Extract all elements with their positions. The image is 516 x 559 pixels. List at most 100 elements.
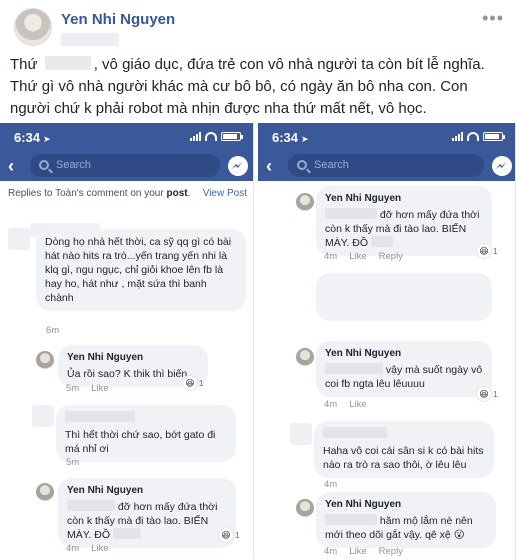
reply-link[interactable]: Reply	[379, 251, 403, 262]
commenter-avatar[interactable]	[36, 483, 54, 501]
status-bar: 6:34 ➤	[0, 123, 253, 151]
comment-time: 5m	[66, 457, 80, 468]
reaction-haha-icon[interactable]: 😆	[476, 243, 492, 259]
commenter-avatar[interactable]	[36, 351, 54, 369]
replies-header: Replies to Toàn's comment on your post. …	[8, 188, 247, 199]
search-icon	[39, 160, 49, 170]
reaction-count: 1	[493, 247, 498, 256]
comment-text: Ủa rồi sao? K thik thì biến	[67, 368, 188, 380]
reaction-haha-icon[interactable]: 😆	[476, 386, 492, 402]
back-chevron-icon[interactable]: ‹	[266, 156, 272, 177]
comment-text: Dòng họ nhà hết thời, ca sỹ qq gì có bài…	[45, 236, 232, 304]
comment-time: 4m	[66, 543, 80, 554]
commenter-avatar-redacted	[32, 405, 54, 427]
comment-time: 5m	[66, 383, 80, 394]
comment-time: 4m	[324, 399, 338, 410]
search-input[interactable]: Search	[288, 154, 484, 177]
location-arrow-icon: ➤	[301, 134, 309, 144]
back-chevron-icon[interactable]: ‹	[8, 156, 14, 177]
redacted-text	[67, 500, 115, 511]
commenter-avatar-redacted	[8, 228, 30, 250]
search-placeholder: Search	[314, 159, 349, 171]
comment-text: Thì hết thời chứ sao, bớt gato đi má nhỉ…	[65, 429, 216, 455]
commenter-name-redacted	[323, 427, 387, 438]
redacted-name	[44, 56, 91, 70]
comment-meta: 4m Like	[324, 399, 379, 410]
commenter-name[interactable]: Yen Nhi Nguyen	[67, 351, 199, 365]
comment-meta: 4m	[324, 479, 349, 490]
redacted-text	[370, 236, 393, 247]
search-bar: ‹ Search	[0, 151, 253, 181]
comment-meta: 4m Like Reply	[324, 546, 415, 557]
commenter-name[interactable]: Yen Nhi Nguyen	[325, 347, 483, 361]
comment-meta: 5m	[66, 457, 91, 468]
post-text-start: Thứ	[10, 56, 42, 73]
like-link[interactable]: Like	[91, 543, 108, 554]
comment-bubble: Yen Nhi Nguyen vậy mà suốt ngày vô coi f…	[316, 341, 492, 397]
comment-meta: 6m	[46, 325, 71, 336]
search-bar: ‹ Search	[258, 151, 515, 181]
comment-text: Haha vô coi cái sân si k có bài hits nào…	[323, 445, 484, 471]
post-header: Yen Nhi Nguyen •••	[14, 6, 504, 48]
status-bar: 6:34 ➤	[258, 123, 515, 151]
search-icon	[297, 160, 307, 170]
battery-icon	[483, 131, 505, 141]
like-link[interactable]: Like	[91, 383, 108, 394]
comment-time: 4m	[324, 546, 338, 557]
comment-time: 4m	[324, 251, 338, 262]
wifi-icon	[467, 131, 479, 141]
signal-icon	[452, 131, 463, 141]
reaction-haha-icon[interactable]: 😆	[218, 527, 234, 543]
more-options-icon[interactable]: •••	[482, 8, 504, 29]
redacted-text	[325, 363, 383, 374]
screenshot-right: 6:34 ➤ ‹ Search Yen Nhi Nguyen đỡ hơn mấy…	[258, 123, 516, 559]
messenger-icon[interactable]	[492, 156, 512, 176]
redacted-text	[112, 528, 141, 539]
comment-bubble: Yen Nhi Nguyen đỡ hơn mấy đứa thời còn k…	[58, 478, 236, 548]
commenter-avatar[interactable]	[296, 499, 314, 517]
search-placeholder: Search	[56, 159, 91, 171]
comment-bubble: Yen Nhi Nguyen đỡ hơn mấy đứa thời còn k…	[316, 186, 492, 256]
redacted-text	[325, 514, 377, 525]
commenter-avatar[interactable]	[296, 348, 314, 366]
replies-label: Replies to Toàn's comment on your	[8, 188, 167, 199]
reaction-count: 1	[199, 379, 204, 388]
commenter-avatar-redacted	[290, 423, 312, 445]
comment-meta: 4m Like Reply	[324, 251, 415, 262]
status-time: 6:34	[14, 130, 41, 145]
messenger-icon[interactable]	[228, 156, 248, 176]
commenter-name[interactable]: Yen Nhi Nguyen	[67, 484, 227, 498]
reaction-count: 1	[493, 390, 498, 399]
comment-time: 6m	[46, 325, 60, 336]
reaction-haha-icon[interactable]: 😆	[182, 375, 198, 391]
like-link[interactable]: Like	[349, 546, 366, 557]
like-link[interactable]: Like	[349, 251, 366, 262]
comment-bubble: Thì hết thời chứ sao, bớt gato đi má nhỉ…	[56, 405, 236, 462]
commenter-name-redacted	[65, 411, 135, 422]
comment-bubble: Haha vô coi cái sân si k có bài hits nào…	[314, 421, 494, 478]
reaction-count: 1	[235, 531, 240, 540]
comment-meta: 5m Like	[66, 383, 121, 394]
wifi-icon	[205, 131, 217, 141]
replies-post-link[interactable]: post	[166, 188, 187, 199]
post-text: Thứ , vô giáo dục, đứa trẻ con vô nhà ng…	[10, 54, 510, 120]
comment-time: 4m	[324, 479, 338, 490]
commenter-avatar[interactable]	[296, 193, 314, 211]
location-arrow-icon: ➤	[43, 134, 51, 144]
status-time: 6:34	[272, 130, 299, 145]
commenter-name[interactable]: Yen Nhi Nguyen	[325, 192, 483, 206]
battery-icon	[221, 131, 243, 141]
comment-bubble: Yen Nhi Nguyen hăm mộ lắm nè nên mới the…	[316, 492, 496, 548]
author-avatar[interactable]	[14, 8, 52, 46]
view-post-link[interactable]: View Post	[203, 188, 247, 199]
post-date-redacted	[61, 33, 119, 46]
search-input[interactable]: Search	[30, 154, 220, 177]
signal-icon	[190, 131, 201, 141]
like-link[interactable]: Like	[349, 399, 366, 410]
redacted-text	[325, 208, 377, 219]
surprised-emoji-icon: 😮	[453, 529, 465, 541]
commenter-name[interactable]: Yen Nhi Nguyen	[325, 498, 487, 512]
screenshot-left: 6:34 ➤ ‹ Search Replies to Toàn's comment…	[0, 123, 254, 559]
author-name[interactable]: Yen Nhi Nguyen	[61, 11, 175, 28]
reply-link[interactable]: Reply	[379, 546, 403, 557]
